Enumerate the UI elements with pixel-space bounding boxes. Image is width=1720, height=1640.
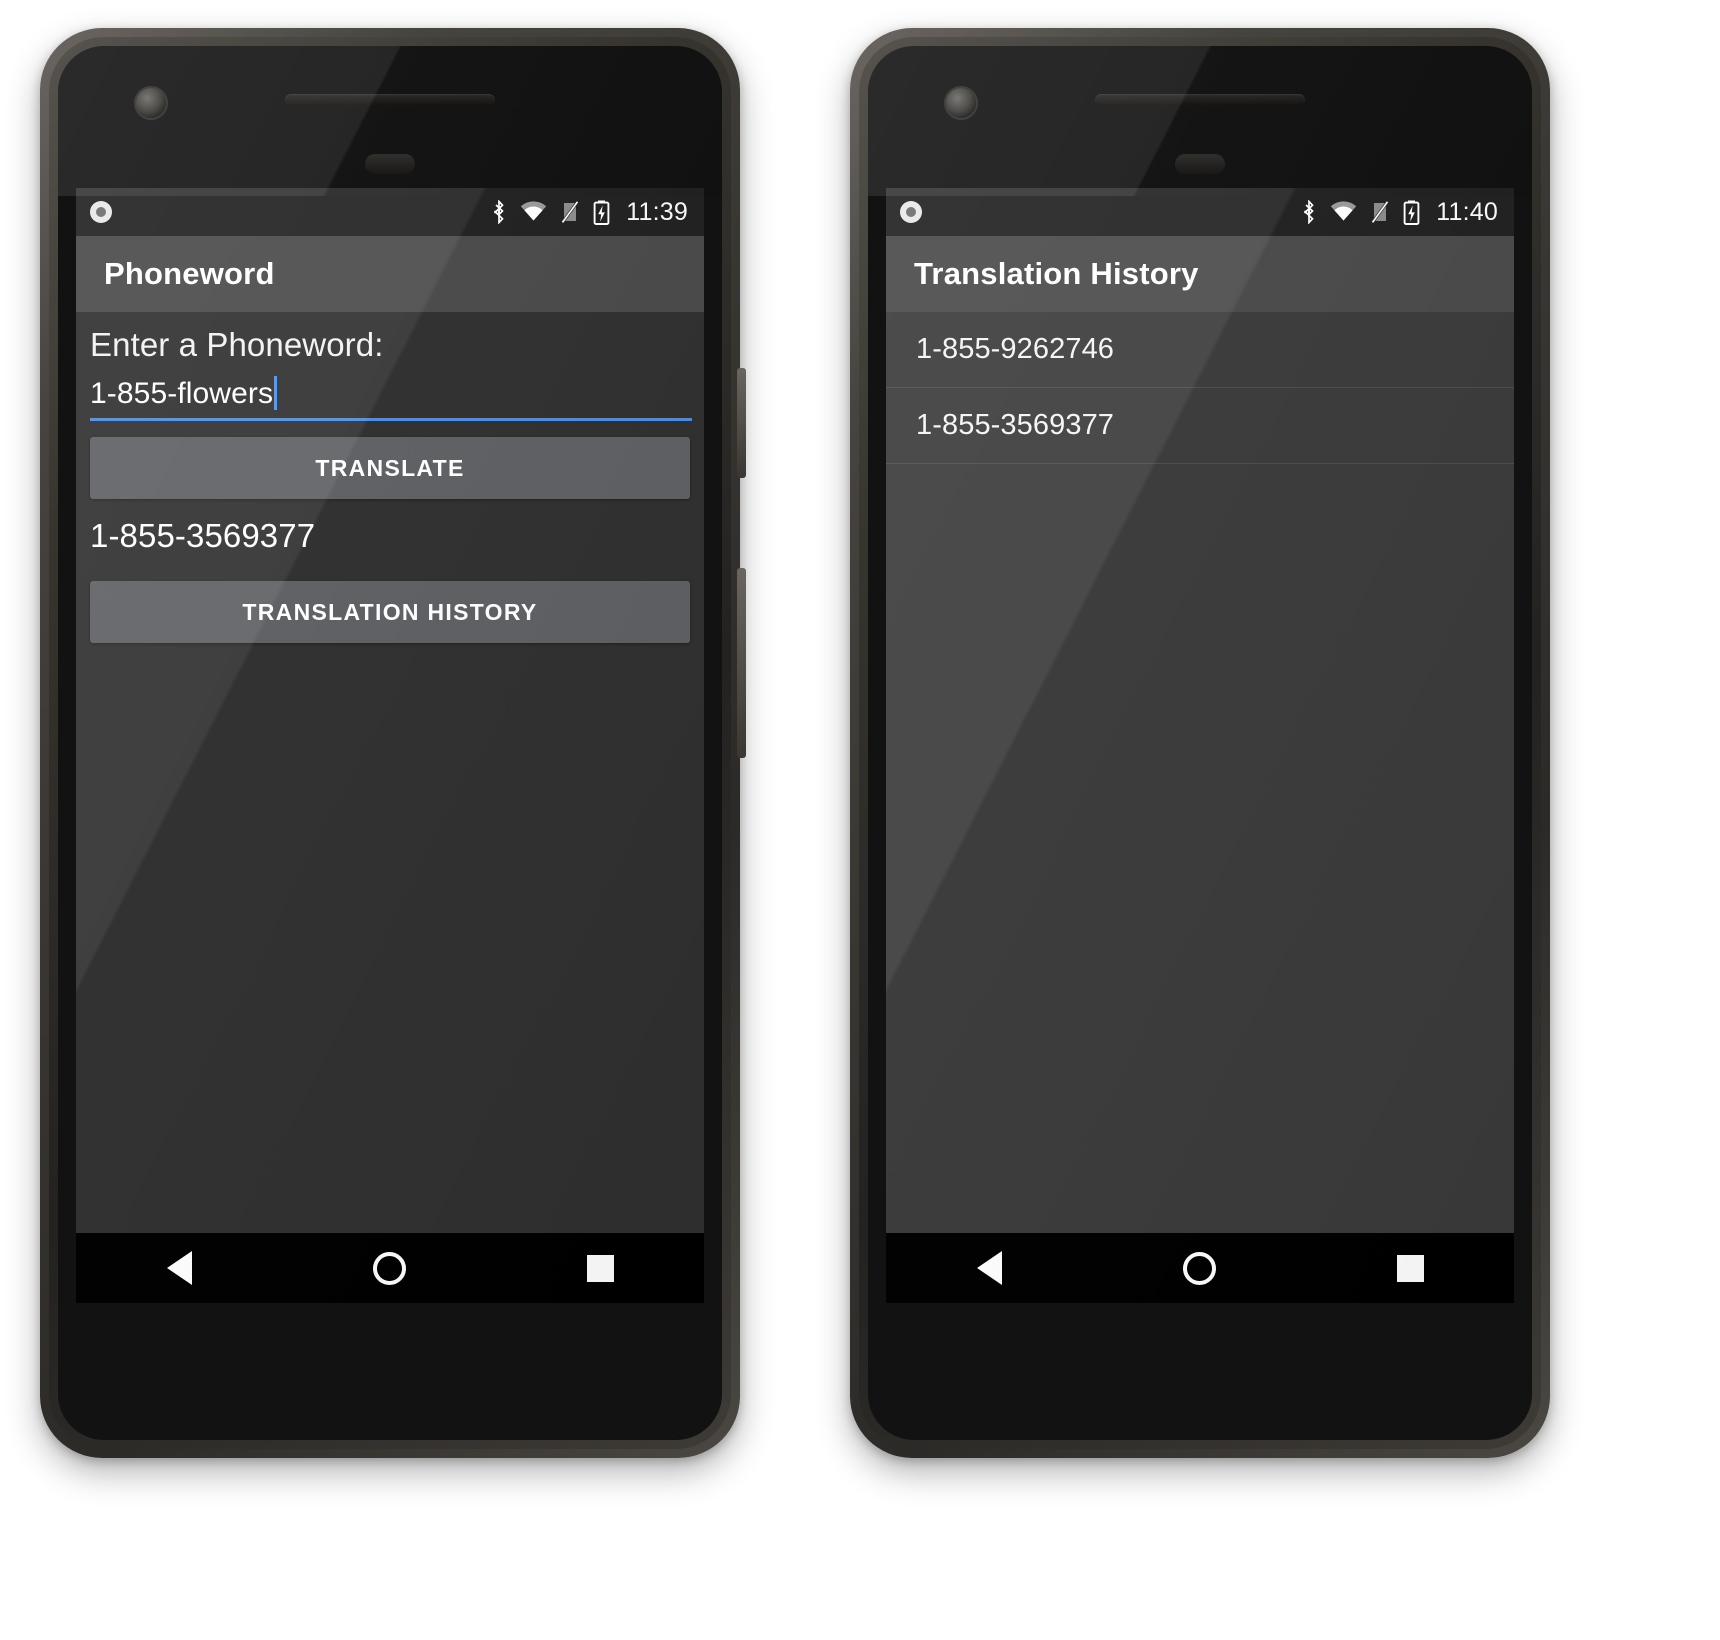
status-bar: 11:40 [886,188,1514,236]
battery-charging-icon [1403,200,1420,225]
proximity-sensor-icon [365,154,415,174]
list-item-label: 1-855-3569377 [916,409,1115,441]
proximity-sensor-icon [1175,154,1225,174]
app-bar-title: Translation History [914,256,1199,291]
battery-charging-icon [593,200,610,225]
back-icon[interactable] [166,1251,192,1285]
list-empty-area [886,464,1514,1233]
earpiece-speaker [285,94,495,106]
status-bar-clock: 11:40 [1436,197,1498,226]
front-camera-icon [136,88,166,118]
translation-history-list: 1-855-9262746 1-855-3569377 [886,312,1514,1233]
navigation-bar [76,1233,704,1303]
recent-apps-icon[interactable] [586,1254,614,1282]
recent-apps-icon[interactable] [1396,1254,1424,1282]
app-bar: Phoneword [76,236,704,312]
circle-dot-icon [900,201,922,223]
list-item-label: 1-855-9262746 [916,333,1115,365]
signal-off-icon [561,200,579,224]
phoneword-input-value: 1-855-flowers [90,377,274,410]
phone-device-phoneword: 11:39 Phoneword Enter a Phoneword: 1-855… [40,28,746,1458]
phoneword-input-wrap: 1-855-flowers [76,370,704,421]
status-bar: 11:39 [76,188,704,236]
translation-result: 1-855-3569377 [90,517,316,554]
status-bar-right: 11:40 [1301,198,1498,227]
app-bar-title: Phoneword [104,256,275,291]
back-icon[interactable] [976,1251,1002,1285]
phoneword-input-label: Enter a Phoneword: [90,326,384,363]
signal-off-icon [1371,200,1389,224]
app-content: Enter a Phoneword: 1-855-flowers TRANSLA… [76,312,704,1233]
front-camera-icon [946,88,976,118]
status-bar-right: 11:39 [491,198,688,227]
home-icon[interactable] [372,1251,406,1285]
volume-button[interactable] [737,568,746,758]
wifi-icon [1331,201,1357,221]
earpiece-speaker [1095,94,1305,106]
status-bar-left [900,201,922,223]
status-bar-left [90,201,112,223]
bluetooth-icon [1304,200,1315,224]
list-item[interactable]: 1-855-3569377 [886,388,1514,464]
screenshot-stage: 11:39 Phoneword Enter a Phoneword: 1-855… [0,0,1720,1640]
input-underline [90,418,692,421]
translation-history-button[interactable]: TRANSLATION HISTORY [90,581,690,643]
translation-history-button-label: TRANSLATION HISTORY [242,598,538,625]
navigation-bar [886,1233,1514,1303]
list-item[interactable]: 1-855-9262746 [886,312,1514,388]
phone-screen-history: 11:40 Translation History 1-855-9262746 … [886,188,1514,1303]
app-bar: Translation History [886,236,1514,312]
home-icon[interactable] [1182,1251,1216,1285]
wifi-icon [521,201,547,221]
status-bar-clock: 11:39 [626,197,688,226]
translate-button[interactable]: TRANSLATE [90,437,690,499]
bluetooth-icon [494,200,505,224]
text-caret [274,376,278,410]
phone-device-history: 11:40 Translation History 1-855-9262746 … [850,28,1550,1458]
phone-glass: 11:39 Phoneword Enter a Phoneword: 1-855… [58,46,722,1440]
phoneword-input[interactable]: 1-855-flowers [90,370,692,421]
phone-screen-phoneword: 11:39 Phoneword Enter a Phoneword: 1-855… [76,188,704,1303]
circle-dot-icon [90,201,112,223]
translate-button-label: TRANSLATE [315,454,465,481]
phone-glass: 11:40 Translation History 1-855-9262746 … [868,46,1532,1440]
power-button[interactable] [737,368,746,478]
